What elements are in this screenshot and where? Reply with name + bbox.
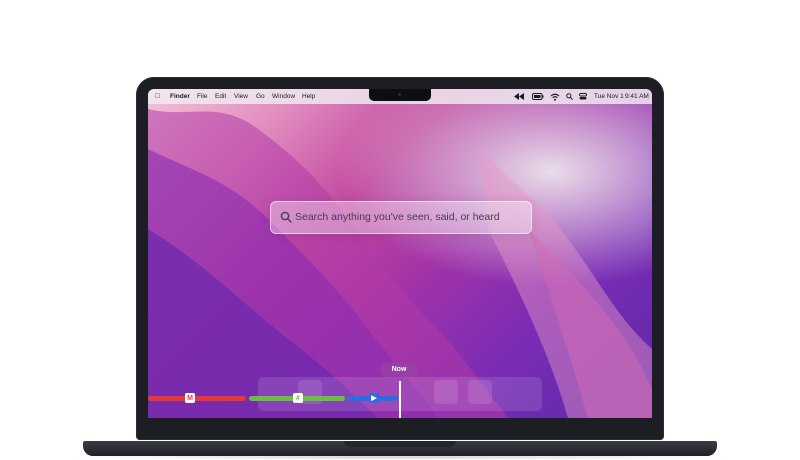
slack-icon[interactable]: # — [293, 393, 303, 403]
laptop-hinge-notch — [344, 441, 456, 447]
spotlight-icon[interactable] — [566, 93, 573, 100]
menu-edit[interactable]: Edit — [215, 93, 226, 100]
wifi-icon[interactable] — [550, 93, 560, 101]
gmail-icon[interactable]: M — [185, 393, 195, 403]
search-placeholder: Search anything you've seen, said, or he… — [295, 211, 500, 223]
menu-go[interactable]: Go — [256, 93, 265, 100]
timeline-thumbnail[interactable] — [468, 380, 492, 404]
menu-window[interactable]: Window — [272, 93, 295, 100]
search-icon — [280, 211, 292, 223]
menu-help[interactable]: Help — [302, 93, 315, 100]
timeline-now-label: Now — [380, 363, 418, 377]
menu-app-finder[interactable]: Finder — [170, 93, 190, 100]
zoom-icon[interactable]: ▶ — [369, 393, 379, 403]
laptop-screen:  Finder File Edit View Go Window Help T — [148, 89, 652, 418]
search-bar[interactable]: Search anything you've seen, said, or he… — [270, 201, 532, 234]
battery-icon[interactable] — [532, 93, 544, 100]
rewind-icon[interactable] — [514, 93, 524, 100]
menu-time[interactable]: 9:41 AM — [625, 93, 649, 100]
camera-dot — [398, 93, 401, 96]
menu-file[interactable]: File — [197, 93, 207, 100]
timeline-segment-gmail[interactable] — [148, 396, 246, 401]
camera-notch — [369, 89, 431, 101]
timeline-now-marker — [399, 381, 401, 418]
control-center-icon[interactable] — [579, 93, 587, 100]
menu-date[interactable]: Tue Nov 1 — [594, 93, 624, 100]
apple-icon[interactable]:  — [155, 93, 160, 100]
timeline-thumbnail[interactable] — [434, 380, 458, 404]
menu-view[interactable]: View — [234, 93, 248, 100]
